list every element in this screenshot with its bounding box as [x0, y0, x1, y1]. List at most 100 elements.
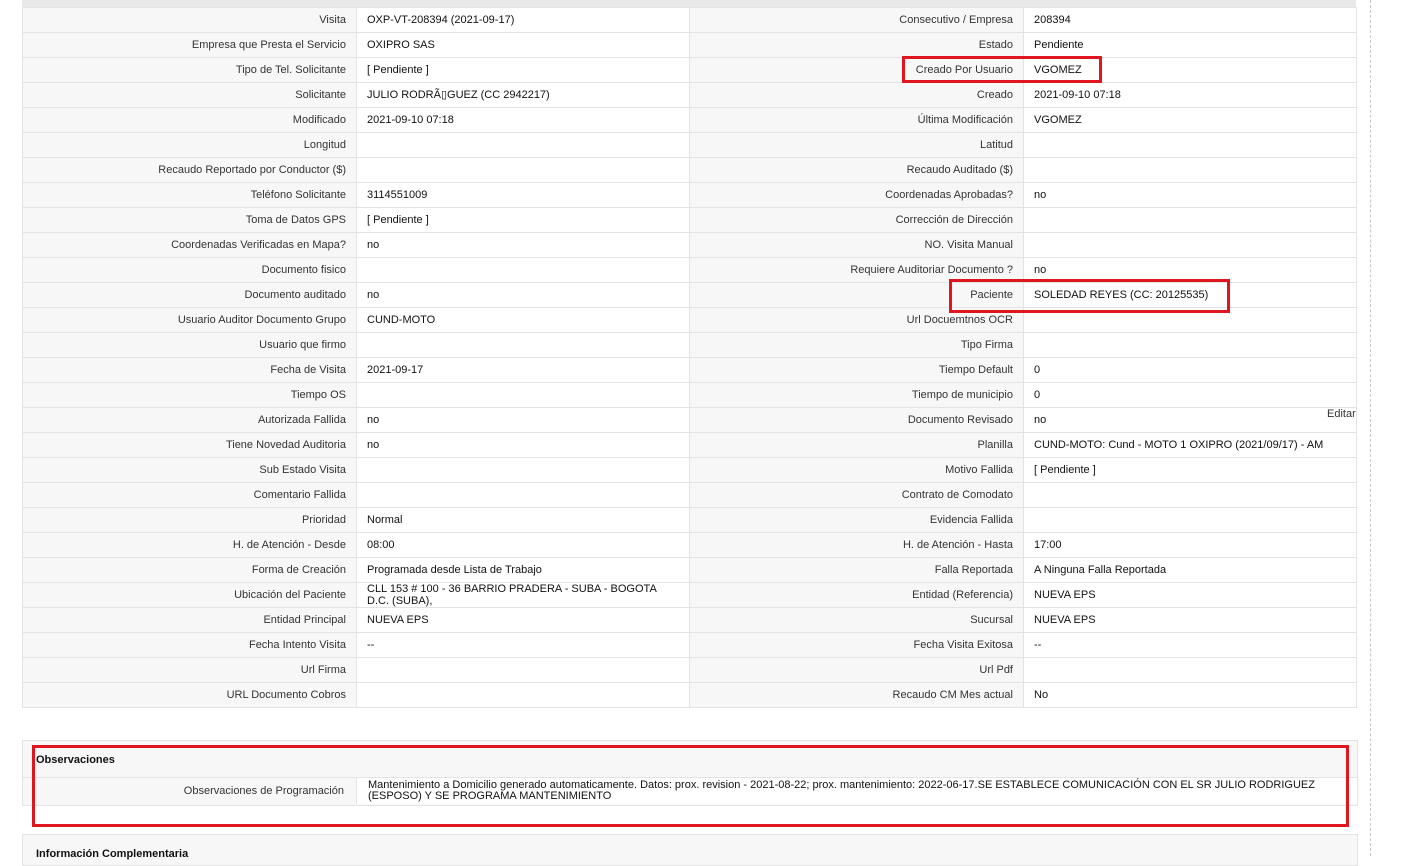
- field-label: Documento fisico: [22, 257, 357, 283]
- field-value: no: [356, 232, 690, 258]
- field-label: Forma de Creación: [22, 557, 357, 583]
- field-value: [356, 257, 690, 283]
- detail-row: Empresa que Presta el Servicio OXIPRO SAS…: [22, 32, 1357, 58]
- field-value: no: [1023, 182, 1357, 208]
- field-value: [356, 657, 690, 683]
- field-label: Url Docuemtnos OCR: [689, 307, 1024, 333]
- detail-row: Documento auditado no Paciente SOLEDAD REY…: [22, 282, 1357, 308]
- observaciones-label: Observaciones de Programación: [23, 778, 357, 804]
- field-label: Visita: [22, 7, 357, 33]
- field-label: Recaudo CM Mes actual: [689, 682, 1024, 708]
- detail-row: Coordenadas Verificadas en Mapa? no NO. V…: [22, 232, 1357, 258]
- field-value: no: [1023, 407, 1357, 433]
- info-complementaria-title: Información Complementaria: [36, 848, 189, 860]
- field-value: SOLEDAD REYES (CC: 20125535): [1023, 282, 1357, 308]
- observaciones-row: Observaciones de Programación Mantenimie…: [23, 777, 1357, 804]
- field-value: OXIPRO SAS: [356, 32, 690, 58]
- field-label: Teléfono Solicitante: [22, 182, 357, 208]
- field-value: 08:00: [356, 532, 690, 558]
- field-label: Comentario Fallida: [22, 482, 357, 508]
- field-value: [1023, 232, 1357, 258]
- field-label: Prioridad: [22, 507, 357, 533]
- field-value: VGOMEZ: [1023, 57, 1357, 83]
- field-label: Coordenadas Aprobadas?: [689, 182, 1024, 208]
- field-label: Latitud: [689, 132, 1024, 158]
- detail-row: Ubicación del Paciente CLL 153 # 100 - 36…: [22, 582, 1357, 608]
- field-value: CLL 153 # 100 - 36 BARRIO PRADERA - SUBA…: [356, 582, 690, 608]
- field-value: NUEVA EPS: [356, 607, 690, 633]
- field-label: Fecha Intento Visita: [22, 632, 357, 658]
- field-label: Tiempo de municipio: [689, 382, 1024, 408]
- field-value: 2021-09-17: [356, 357, 690, 383]
- field-value: [356, 682, 690, 708]
- field-label: Recaudo Auditado ($): [689, 157, 1024, 183]
- detail-row: Recaudo Reportado por Conductor ($) Recau…: [22, 157, 1357, 183]
- field-label: Tiempo OS: [22, 382, 357, 408]
- visit-details-table: Visita OXP-VT-208394 (2021-09-17) Consecut…: [22, 7, 1357, 708]
- field-label: Tiempo Default: [689, 357, 1024, 383]
- field-value: no: [356, 282, 690, 308]
- field-label: H. de Atención - Desde: [22, 532, 357, 558]
- edit-link[interactable]: Editar: [1327, 408, 1356, 420]
- field-label: Empresa que Presta el Servicio: [22, 32, 357, 58]
- detail-row: Tiempo OS Tiempo de municipio 0: [22, 382, 1357, 408]
- field-value: OXP-VT-208394 (2021-09-17): [356, 7, 690, 33]
- observaciones-panel: Observaciones Observaciones de Programac…: [22, 740, 1358, 806]
- detail-row: Autorizada Fallida no Documento Revisado …: [22, 407, 1357, 433]
- field-value: CUND-MOTO: Cund - MOTO 1 OXIPRO (2021/09…: [1023, 432, 1357, 458]
- field-value: NUEVA EPS: [1023, 582, 1357, 608]
- field-label: Solicitante: [22, 82, 357, 108]
- field-value: 3114551009: [356, 182, 690, 208]
- field-value: [356, 482, 690, 508]
- detail-row: Fecha Intento Visita -- Fecha Visita Exit…: [22, 632, 1357, 658]
- field-value: --: [1023, 632, 1357, 658]
- field-value: Normal: [356, 507, 690, 533]
- field-label: Última Modificación: [689, 107, 1024, 133]
- field-value: 17:00: [1023, 532, 1357, 558]
- field-label: Recaudo Reportado por Conductor ($): [22, 157, 357, 183]
- field-label: Creado: [689, 82, 1024, 108]
- field-label: Consecutivo / Empresa: [689, 7, 1024, 33]
- field-label: Entidad Principal: [22, 607, 357, 633]
- field-value: [1023, 157, 1357, 183]
- field-value: [1023, 307, 1357, 333]
- detail-row: Fecha de Visita 2021-09-17 Tiempo Default…: [22, 357, 1357, 383]
- field-value: [1023, 207, 1357, 233]
- field-value: [1023, 482, 1357, 508]
- field-value: [1023, 657, 1357, 683]
- field-label: Ubicación del Paciente: [22, 582, 357, 608]
- field-label: Url Firma: [22, 657, 357, 683]
- detail-row: Sub Estado Visita Motivo Fallida[ Pendien…: [22, 457, 1357, 483]
- field-value: no: [356, 407, 690, 433]
- field-label: Evidencia Fallida: [689, 507, 1024, 533]
- detail-row: Teléfono Solicitante 3114551009 Coordenada…: [22, 182, 1357, 208]
- field-value: [1023, 132, 1357, 158]
- detail-row: Comentario Fallida Contrato de Comodato: [22, 482, 1357, 508]
- detail-row: Visita OXP-VT-208394 (2021-09-17) Consecut…: [22, 7, 1357, 33]
- field-label: Paciente: [689, 282, 1024, 308]
- field-label: Planilla: [689, 432, 1024, 458]
- field-label: Tipo de Tel. Solicitante: [22, 57, 357, 83]
- field-label: Autorizada Fallida: [22, 407, 357, 433]
- field-value: JULIO RODRÃ▯GUEZ (CC 2942217): [356, 82, 690, 108]
- field-value: [ Pendiente ]: [356, 207, 690, 233]
- field-value: [356, 457, 690, 483]
- field-label: Corrección de Dirección: [689, 207, 1024, 233]
- field-value: [356, 157, 690, 183]
- field-label: Tipo Firma: [689, 332, 1024, 358]
- detail-row: H. de Atención - Desde 08:00 H. de Atenció…: [22, 532, 1357, 558]
- info-complementaria-panel: Información Complementaria: [22, 834, 1358, 866]
- detail-row: Tiene Novedad Auditoria no Planilla CUND-M…: [22, 432, 1357, 458]
- field-value: [356, 382, 690, 408]
- field-label: Fecha Visita Exitosa: [689, 632, 1024, 658]
- field-value: No: [1023, 682, 1357, 708]
- field-label: Sucursal: [689, 607, 1024, 633]
- field-value: no: [1023, 257, 1357, 283]
- field-value: [356, 132, 690, 158]
- panel-divider: [1370, 0, 1371, 856]
- field-label: Toma de Datos GPS: [22, 207, 357, 233]
- detail-row: Usuario que firmo Tipo Firma: [22, 332, 1357, 358]
- field-label: Contrato de Comodato: [689, 482, 1024, 508]
- detail-row: Forma de Creación Programada desde Lista …: [22, 557, 1357, 583]
- detail-row: Entidad Principal NUEVA EPS Sucursal NUEVA …: [22, 607, 1357, 633]
